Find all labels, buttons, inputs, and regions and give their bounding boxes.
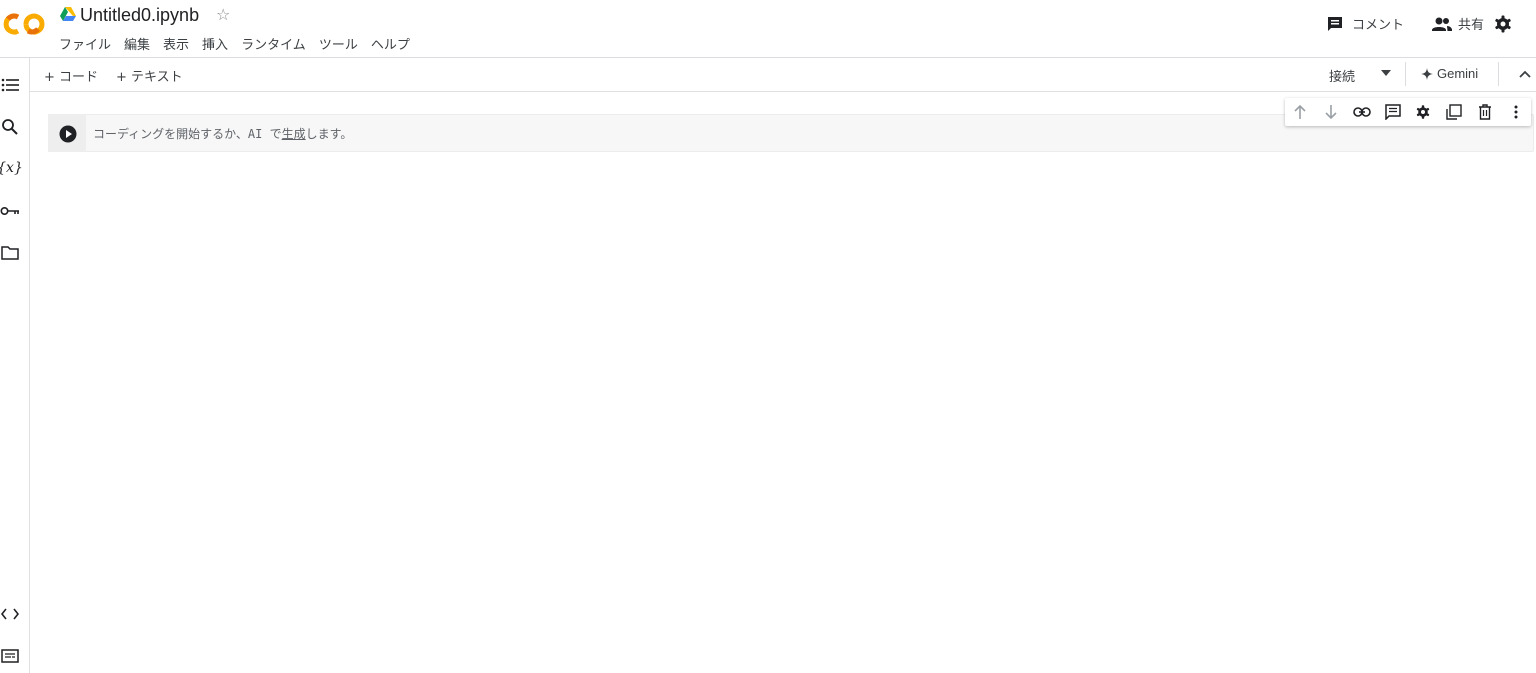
share-label: 共有 [1458, 18, 1485, 33]
menu-bar: ファイル 編集 表示 挿入 ランタイム ツール ヘルプ [59, 34, 410, 53]
mirror-cell-icon[interactable] [1439, 98, 1470, 126]
key-icon[interactable] [0, 201, 20, 221]
run-cell-icon[interactable] [59, 125, 77, 143]
cell-toolbar [1285, 98, 1531, 126]
comment-icon [1328, 16, 1342, 31]
comment-button[interactable]: コメント [1326, 14, 1404, 33]
delete-icon[interactable] [1470, 98, 1501, 126]
gemini-button[interactable]: Gemini [1421, 66, 1478, 81]
more-vert-icon[interactable] [1500, 98, 1531, 126]
placeholder-prefix: コーディングを開始するか、AI で [93, 127, 282, 141]
search-icon[interactable] [0, 117, 20, 137]
menu-runtime[interactable]: ランタイム [241, 34, 306, 53]
folder-icon[interactable] [0, 243, 20, 263]
notebook-title[interactable]: Untitled0.ipynb [80, 5, 199, 26]
placeholder-suffix: します。 [305, 127, 353, 141]
menu-view[interactable]: 表示 [163, 34, 189, 53]
comment-icon[interactable] [1377, 98, 1408, 126]
star-icon[interactable]: ☆ [216, 5, 230, 24]
caret-down-icon[interactable] [1381, 70, 1391, 76]
toc-icon[interactable] [0, 75, 20, 95]
menu-tools[interactable]: ツール [319, 34, 358, 53]
colab-logo[interactable] [0, 10, 46, 38]
left-sidebar: {x} [0, 58, 30, 673]
generate-link[interactable]: 生成 [282, 127, 306, 141]
menu-insert[interactable]: 挿入 [202, 34, 228, 53]
terminal-icon[interactable] [0, 646, 20, 666]
code-snippets-icon[interactable] [0, 604, 20, 624]
toolbar-separator [1405, 62, 1406, 86]
header-divider [0, 57, 1536, 58]
toolbar-separator [1498, 62, 1499, 86]
connect-button[interactable]: 接続 [1329, 66, 1355, 85]
menu-file[interactable]: ファイル [59, 34, 111, 53]
comment-label: コメント [1352, 18, 1405, 33]
google-drive-icon [60, 7, 76, 21]
link-icon[interactable] [1347, 98, 1378, 126]
arrow-down-icon[interactable] [1316, 98, 1347, 126]
chevron-up-icon[interactable] [1517, 66, 1533, 82]
cell-placeholder[interactable]: コーディングを開始するか、AI で生成します。 [93, 125, 352, 142]
arrow-up-icon[interactable] [1285, 98, 1316, 126]
sparkle-icon [1421, 67, 1433, 80]
people-icon [1432, 17, 1452, 31]
variables-icon[interactable]: {x} [0, 158, 23, 178]
share-button[interactable]: 共有 [1432, 14, 1484, 33]
gemini-label: Gemini [1437, 66, 1479, 81]
menu-edit[interactable]: 編集 [124, 34, 150, 53]
settings-icon[interactable] [1408, 98, 1439, 126]
toolbar-divider [30, 91, 1536, 92]
add-text-button[interactable]: + テキスト [116, 66, 183, 85]
menu-help[interactable]: ヘルプ [371, 34, 410, 53]
add-code-button[interactable]: + コード [44, 66, 98, 85]
settings-icon[interactable] [1493, 14, 1513, 34]
